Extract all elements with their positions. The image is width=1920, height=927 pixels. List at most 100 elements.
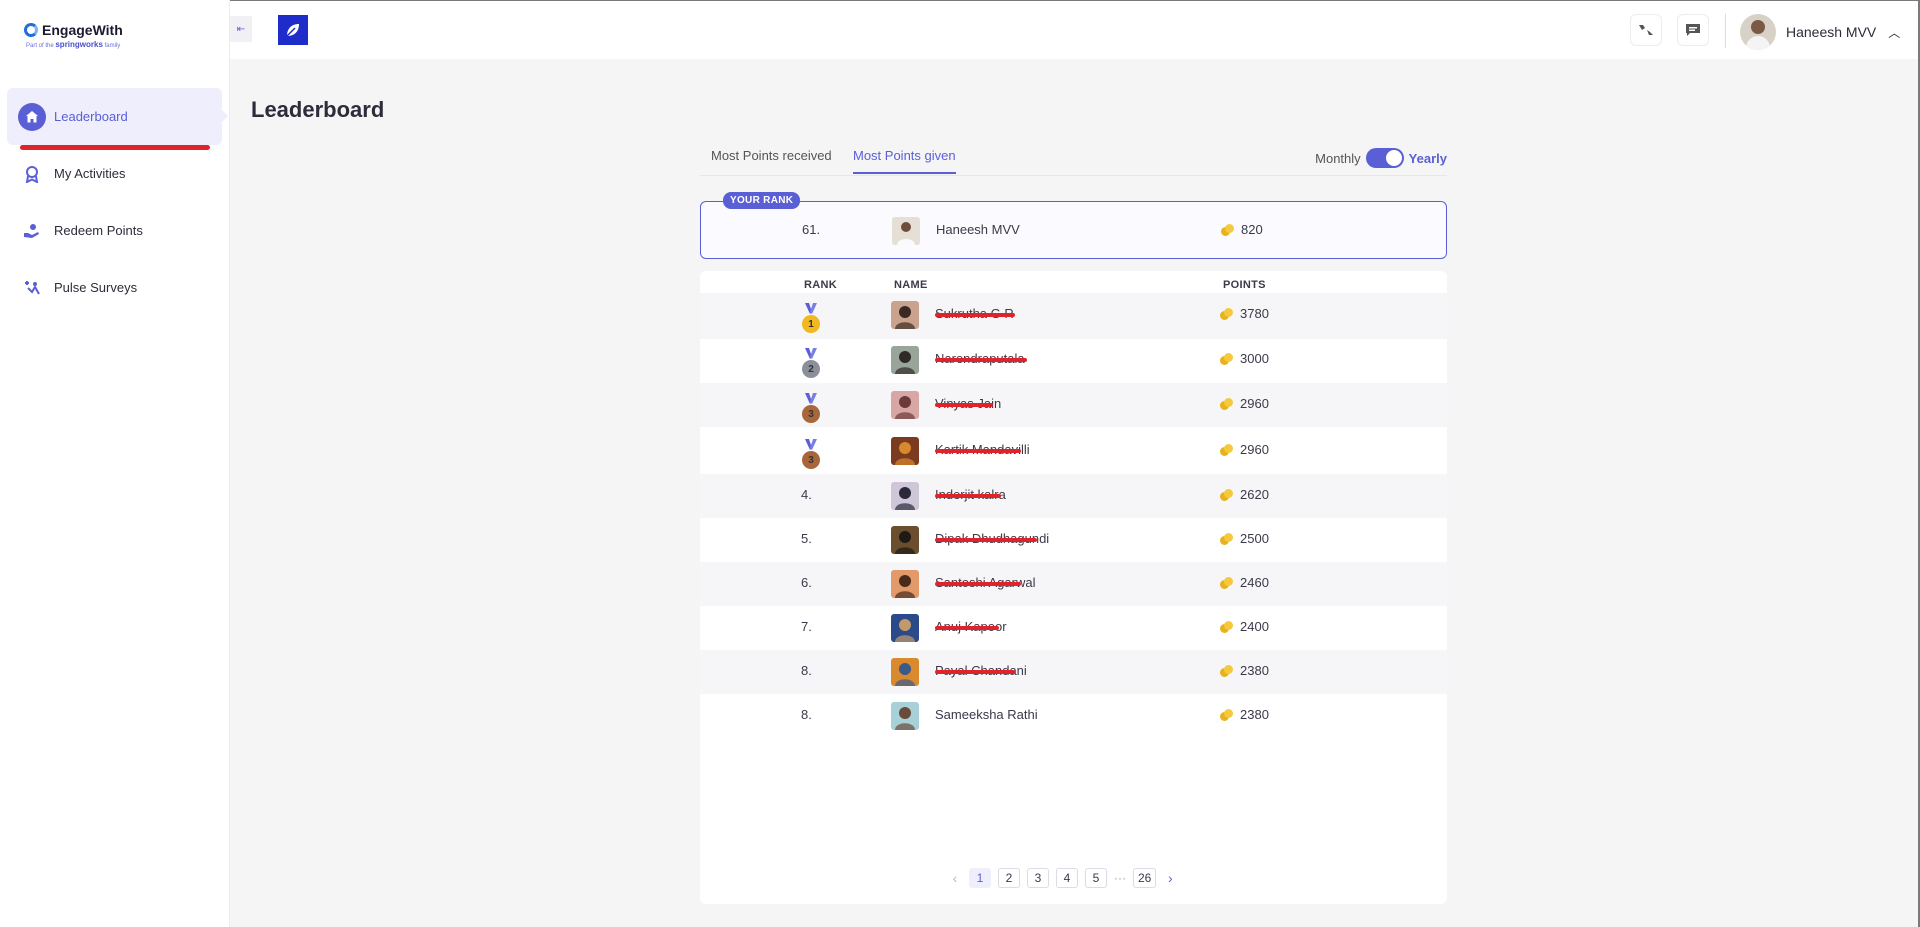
your-rank-badge: YOUR RANK xyxy=(723,192,801,209)
points-value: 2960 xyxy=(1240,396,1269,411)
points-value: 2500 xyxy=(1240,531,1269,546)
feedback-button[interactable] xyxy=(1630,14,1662,46)
page-5-button[interactable]: 5 xyxy=(1085,868,1107,888)
points-value: 2460 xyxy=(1240,575,1269,590)
user-menu[interactable]: Haneesh MVV ︿ xyxy=(1740,14,1900,50)
app-logo-button[interactable] xyxy=(278,15,308,45)
page-title: Leaderboard xyxy=(251,97,385,122)
redaction-strike xyxy=(935,582,1021,586)
rank-value: 5. xyxy=(801,531,812,546)
redaction-strike xyxy=(935,403,993,407)
period-toggle: Monthly Yearly xyxy=(1315,148,1447,168)
page-3-button[interactable]: 3 xyxy=(1027,868,1049,888)
your-rank-value: 61. xyxy=(802,222,821,237)
column-header-name: NAME xyxy=(894,279,928,291)
coin-icon xyxy=(1220,665,1234,677)
avatar xyxy=(1740,14,1776,50)
coin-icon xyxy=(1220,533,1234,545)
sidebar-item-my-activities[interactable]: My Activities xyxy=(7,145,222,202)
coin-icon xyxy=(1220,577,1234,589)
redaction-strike xyxy=(935,494,1001,498)
chat-button[interactable] xyxy=(1677,14,1709,46)
redaction-strike xyxy=(935,449,1021,453)
toggle-label-yearly[interactable]: Yearly xyxy=(1409,151,1447,166)
avatar xyxy=(891,482,919,510)
coin-icon xyxy=(1220,398,1234,410)
your-rank-name: Haneesh MVV xyxy=(936,222,1020,237)
table-row: 7.Anuj Kapoor2400 xyxy=(700,606,1447,650)
sidebar-item-redeem-points[interactable]: Redeem Points xyxy=(7,202,222,259)
avatar xyxy=(891,658,919,686)
collapse-left-icon: ⇤ xyxy=(236,23,246,35)
brand-logo[interactable]: EngageWith Part of the springworks famil… xyxy=(24,22,123,49)
coin-icon xyxy=(1221,224,1235,236)
table-row: 8. Sameeksha Rathi 2380 xyxy=(700,694,1447,738)
points-value: 2380 xyxy=(1240,707,1269,722)
brand-tagline: Part of the springworks family xyxy=(26,40,121,49)
brand-name: EngageWith xyxy=(42,22,123,38)
home-icon xyxy=(18,102,46,131)
points-value: 3000 xyxy=(1240,351,1269,366)
your-rank-points: 820 xyxy=(1241,222,1263,237)
page-2-button[interactable]: 2 xyxy=(998,868,1020,888)
rank-value: 8. xyxy=(801,707,812,722)
page-4-button[interactable]: 4 xyxy=(1056,868,1078,888)
avatar xyxy=(891,702,919,730)
period-toggle-switch[interactable] xyxy=(1365,148,1404,168)
points-value: 2620 xyxy=(1240,487,1269,502)
pagination-ellipsis: ··· xyxy=(1114,871,1126,885)
bronze-medal-icon: 3 xyxy=(801,393,821,425)
avatar xyxy=(891,526,919,554)
avatar xyxy=(892,217,920,245)
gold-medal-icon: 1 xyxy=(801,303,821,335)
table-row: 2Narendraputala3000 xyxy=(700,338,1447,382)
person-name: Sameeksha Rathi xyxy=(935,707,1038,722)
redaction-strike xyxy=(935,313,1015,317)
sidebar-nav: Leaderboard My Activities Redeem Points … xyxy=(7,88,228,316)
table-row: 6.Santoshi Agarwal2460 xyxy=(700,562,1447,606)
collapse-sidebar-button[interactable]: ⇤ xyxy=(230,16,252,42)
rank-value: 4. xyxy=(801,487,812,502)
hand-coin-icon xyxy=(18,217,46,245)
redaction-strike xyxy=(935,538,1037,542)
leaf-icon xyxy=(286,24,299,37)
sidebar-item-label: Leaderboard xyxy=(54,109,128,124)
redaction-strike xyxy=(935,670,1015,674)
avatar xyxy=(891,391,919,419)
avatar xyxy=(891,301,919,329)
coin-icon xyxy=(1220,489,1234,501)
sidebar-item-leaderboard[interactable]: Leaderboard xyxy=(7,88,228,145)
pagination: ‹ 1 2 3 4 5 ··· 26 › xyxy=(948,868,1177,888)
points-value: 2960 xyxy=(1240,442,1269,457)
table-row: 4.Inderjit kalra2620 xyxy=(700,474,1447,518)
your-rank-card: YOUR RANK 61. Haneesh MVV 820 xyxy=(700,192,1447,259)
tab-most-points-given[interactable]: Most Points given xyxy=(853,148,956,174)
annotation-underline xyxy=(20,145,210,150)
toggle-label-monthly[interactable]: Monthly xyxy=(1315,151,1361,166)
points-value: 3780 xyxy=(1240,306,1269,321)
coin-icon xyxy=(1220,353,1234,365)
avatar xyxy=(891,614,919,642)
sidebar-item-label: Redeem Points xyxy=(54,223,143,238)
tab-most-points-received[interactable]: Most Points received xyxy=(711,148,832,172)
page-1-button[interactable]: 1 xyxy=(969,868,991,888)
prev-page-button[interactable]: ‹ xyxy=(948,870,962,886)
user-name: Haneesh MVV xyxy=(1786,24,1877,40)
column-header-rank: RANK xyxy=(804,279,837,291)
sidebar-item-label: My Activities xyxy=(54,166,126,181)
coin-icon xyxy=(1220,308,1234,320)
page-26-button[interactable]: 26 xyxy=(1133,868,1157,888)
topbar-divider xyxy=(1725,14,1726,48)
topbar: ⇤ Haneesh MVV ︿ xyxy=(230,0,1918,59)
silver-medal-icon: 2 xyxy=(801,348,821,380)
coin-icon xyxy=(1220,709,1234,721)
next-page-button[interactable]: › xyxy=(1163,870,1177,886)
table-row: 5.Dipak Dhudhagundi2500 xyxy=(700,518,1447,562)
sidebar-item-pulse-surveys[interactable]: Pulse Surveys xyxy=(7,259,222,316)
avatar xyxy=(891,570,919,598)
coin-icon xyxy=(1220,621,1234,633)
points-value: 2380 xyxy=(1240,663,1269,678)
chat-icon xyxy=(1686,24,1700,36)
award-icon xyxy=(18,160,46,188)
engagewith-logo-icon xyxy=(24,23,38,37)
